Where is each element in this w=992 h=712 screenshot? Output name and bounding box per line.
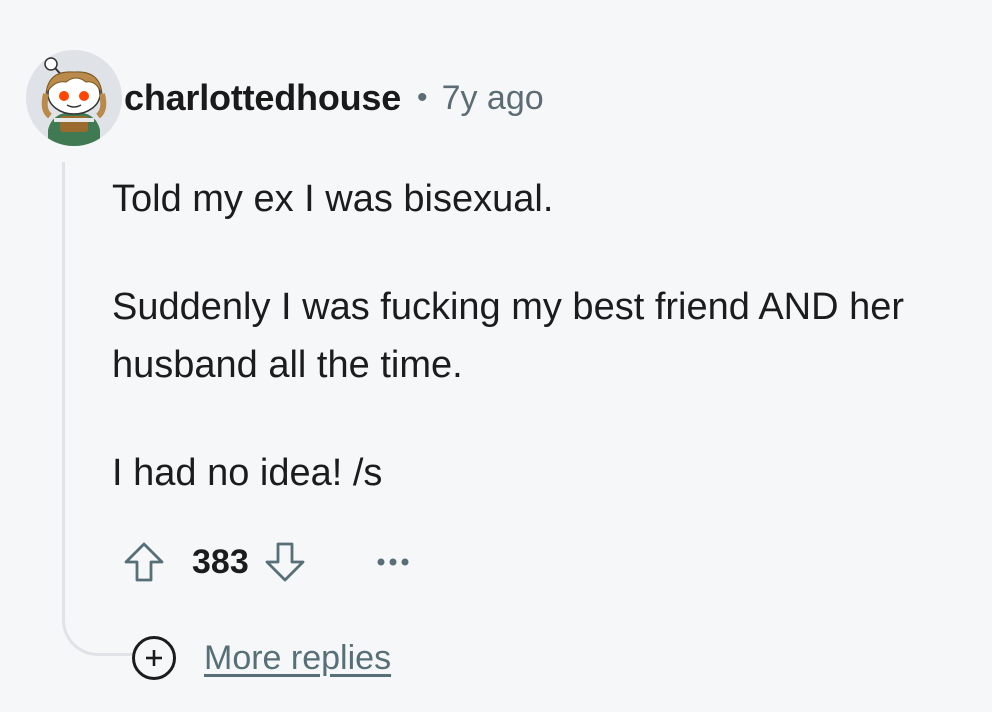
more-replies-button[interactable]: More replies: [132, 634, 391, 682]
timestamp[interactable]: 7y ago: [442, 79, 544, 118]
upvote-button[interactable]: [116, 534, 172, 590]
username[interactable]: charlottedhouse: [124, 77, 401, 119]
downvote-button[interactable]: [257, 534, 313, 590]
more-options-button[interactable]: [365, 534, 421, 590]
upvote-arrow-icon: [124, 542, 164, 582]
comment-paragraph: I had no idea! /s: [112, 452, 383, 494]
comment-paragraph: Told my ex I was bisexual.: [112, 178, 554, 220]
comment-body: Told my ex I was bisexual. Suddenly I wa…: [112, 170, 972, 502]
snoo-avatar-icon: [26, 50, 122, 146]
plus-circle-icon: [132, 636, 176, 680]
comment-header: charlottedhouse • 7y ago: [124, 76, 544, 120]
ellipsis-icon: [377, 558, 409, 566]
user-avatar[interactable]: [26, 50, 122, 146]
vote-score: 383: [192, 542, 249, 581]
more-replies-label[interactable]: More replies: [204, 639, 391, 678]
downvote-arrow-icon: [265, 542, 305, 582]
meta-separator: •: [417, 81, 428, 114]
comment-paragraph: Suddenly I was fucking my best friend AN…: [112, 286, 905, 386]
comment-action-bar: 383: [116, 532, 421, 592]
